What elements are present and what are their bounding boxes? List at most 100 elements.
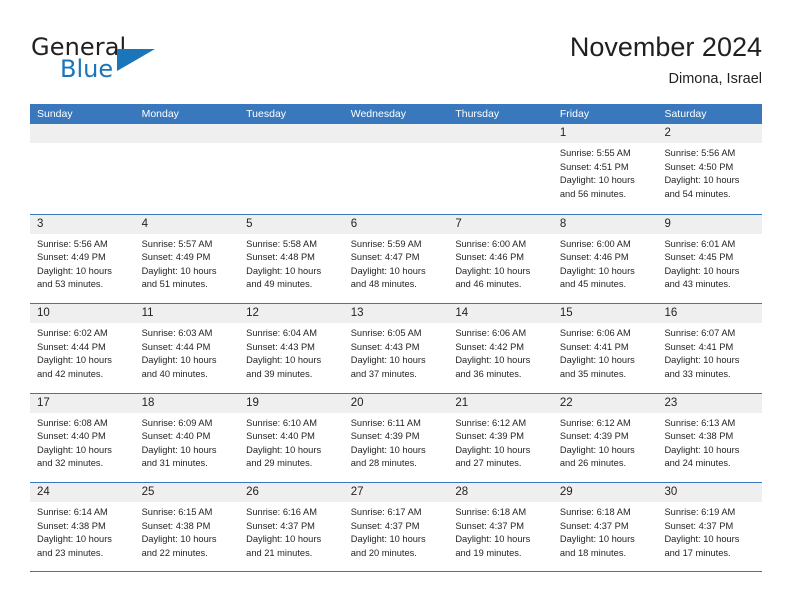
day-number: 21	[455, 396, 469, 409]
sunrise-text: Sunrise: 6:04 AM	[246, 328, 317, 338]
daylight-text-line2: and 42 minutes.	[37, 368, 104, 379]
sunrise-text: Sunrise: 6:14 AM	[37, 507, 108, 517]
general-blue-logo[interactable]: General Blue	[31, 33, 231, 85]
daylight-text-line2: and 39 minutes.	[246, 368, 313, 379]
day-number: 24	[37, 486, 50, 498]
weekday-header-row: Sunday Monday Tuesday Wednesday Thursday…	[30, 104, 762, 124]
day-cell[interactable]: 8 Sunrise: 6:00 AM Sunset: 4:46 PM Daylight…	[552, 214, 658, 303]
daylight-text-line1: Daylight: 10 hours	[559, 265, 635, 276]
daylight-text-line1: Daylight: 10 hours	[664, 265, 740, 276]
sunrise-text: Sunrise: 6:19 AM	[664, 507, 736, 517]
calendar-week-row: 10 Sunrise: 6:02 AM Sunset: 4:44 PM Dayligh…	[30, 303, 763, 393]
day-sun-info: Sunrise: 6:01 AM Sunset: 4:45 PM Daylight:…	[657, 234, 762, 292]
page-title: November 2024	[569, 32, 762, 62]
daylight-text-line2: and 27 minutes.	[455, 458, 522, 469]
day-cell[interactable]: 5 Sunrise: 5:58 AM Sunset: 4:48 PM Daylight…	[239, 214, 344, 303]
sunrise-text: Sunrise: 6:03 AM	[141, 328, 213, 338]
day-cell[interactable]: 1 Sunrise: 5:55 AM Sunset: 4:51 PM Daylight…	[552, 124, 658, 214]
calendar-weeks: 1 Sunrise: 5:55 AM Sunset: 4:51 PM Daylight…	[30, 124, 763, 572]
sunset-text: Sunset: 4:49 PM	[141, 252, 211, 263]
daylight-text-line1: Daylight: 10 hours	[559, 534, 635, 545]
daylight-text-line2: and 18 minutes.	[559, 547, 627, 558]
daylight-text-line1: Daylight: 10 hours	[350, 444, 426, 455]
sunrise-text: Sunrise: 6:16 AM	[246, 507, 317, 517]
sunset-text: Sunset: 4:37 PM	[664, 520, 734, 531]
calendar-week-row: 1 Sunrise: 5:55 AM Sunset: 4:51 PM Daylight…	[30, 124, 763, 214]
day-number: 26	[246, 486, 259, 498]
day-cell[interactable]: 9 Sunrise: 6:01 AM Sunset: 4:45 PM Daylight…	[657, 214, 763, 303]
day-sun-info: Sunrise: 6:00 AM Sunset: 4:46 PM Daylight:…	[448, 234, 553, 292]
day-sun-info: Sunrise: 6:16 AM Sunset: 4:37 PM Daylight:…	[239, 502, 344, 560]
day-cell[interactable]: 13 Sunrise: 6:05 AM Sunset: 4:43 PM Dayligh…	[343, 304, 449, 393]
day-number-bar: 9	[657, 214, 763, 234]
day-number: 17	[37, 396, 50, 409]
day-cell[interactable]: 4 Sunrise: 5:57 AM Sunset: 4:49 PM Daylight…	[134, 214, 240, 303]
day-sun-info: Sunrise: 6:07 AM Sunset: 4:41 PM Daylight:…	[657, 323, 762, 381]
day-cell[interactable]: 16 Sunrise: 6:07 AM Sunset: 4:41 PM Dayligh…	[657, 304, 763, 393]
daylight-text-line2: and 29 minutes.	[246, 458, 313, 469]
sunrise-text: Sunrise: 5:59 AM	[350, 238, 422, 249]
daylight-text-line1: Daylight: 10 hours	[664, 444, 740, 455]
day-number: 9	[664, 217, 671, 230]
daylight-text-line2: and 35 minutes.	[559, 368, 627, 379]
daylight-text-line2: and 51 minutes.	[141, 279, 208, 290]
sunset-text: Sunset: 4:39 PM	[559, 431, 629, 442]
day-cell[interactable]: 20 Sunrise: 6:11 AM Sunset: 4:39 PM Dayligh…	[343, 393, 449, 482]
day-cell[interactable]: 7 Sunrise: 6:00 AM Sunset: 4:46 PM Daylight…	[448, 214, 553, 303]
day-sun-info: Sunrise: 6:12 AM Sunset: 4:39 PM Daylight:…	[448, 413, 553, 471]
day-cell[interactable]: 21 Sunrise: 6:12 AM Sunset: 4:39 PM Dayligh…	[448, 393, 553, 482]
daylight-text-line2: and 37 minutes.	[350, 368, 417, 379]
day-cell[interactable]: 30 Sunrise: 6:19 AM Sunset: 4:37 PM Dayligh…	[657, 483, 763, 571]
day-sun-info: Sunrise: 5:56 AM Sunset: 4:50 PM Daylight:…	[657, 143, 762, 201]
day-cell[interactable]: 26 Sunrise: 6:16 AM Sunset: 4:37 PM Dayligh…	[239, 483, 344, 571]
daylight-text-line2: and 22 minutes.	[141, 547, 208, 558]
sunrise-text: Sunrise: 6:06 AM	[559, 328, 631, 338]
day-cell[interactable]: 11 Sunrise: 6:03 AM Sunset: 4:44 PM Dayligh…	[134, 304, 240, 393]
day-number-bar: 29	[552, 483, 658, 502]
day-sun-info: Sunrise: 6:02 AM Sunset: 4:44 PM Daylight:…	[30, 323, 135, 381]
location-subtitle: Dimona, Israel	[668, 71, 762, 87]
day-cell[interactable]: 10 Sunrise: 6:02 AM Sunset: 4:44 PM Dayligh…	[30, 304, 135, 393]
day-cell[interactable]: 29 Sunrise: 6:18 AM Sunset: 4:37 PM Dayligh…	[552, 483, 658, 571]
day-cell-empty	[134, 124, 240, 214]
day-cell[interactable]: 12 Sunrise: 6:04 AM Sunset: 4:43 PM Dayligh…	[239, 304, 344, 393]
sunrise-text: Sunrise: 6:08 AM	[37, 417, 108, 428]
day-number: 30	[664, 486, 678, 498]
day-sun-info: Sunrise: 6:06 AM Sunset: 4:42 PM Daylight:…	[448, 323, 553, 381]
day-cell[interactable]: 23 Sunrise: 6:13 AM Sunset: 4:38 PM Dayligh…	[657, 393, 763, 482]
day-cell[interactable]: 27 Sunrise: 6:17 AM Sunset: 4:37 PM Dayligh…	[343, 483, 449, 571]
day-cell[interactable]: 17 Sunrise: 6:08 AM Sunset: 4:40 PM Dayligh…	[30, 393, 135, 482]
day-cell[interactable]: 3 Sunrise: 5:56 AM Sunset: 4:49 PM Daylight…	[30, 214, 135, 303]
calendar-week-row: 24 Sunrise: 6:14 AM Sunset: 4:38 PM Dayligh…	[30, 482, 763, 572]
day-cell[interactable]: 15 Sunrise: 6:06 AM Sunset: 4:41 PM Dayligh…	[552, 304, 658, 393]
sunrise-text: Sunrise: 6:12 AM	[455, 417, 527, 428]
day-cell[interactable]: 28 Sunrise: 6:18 AM Sunset: 4:37 PM Dayligh…	[448, 483, 553, 571]
day-sun-info: Sunrise: 5:55 AM Sunset: 4:51 PM Daylight:…	[553, 143, 658, 201]
daylight-text-line1: Daylight: 10 hours	[455, 534, 531, 545]
day-number-bar: 21	[448, 393, 553, 413]
day-cell[interactable]: 22 Sunrise: 6:12 AM Sunset: 4:39 PM Dayligh…	[552, 393, 658, 482]
sunrise-text: Sunrise: 5:58 AM	[246, 238, 317, 249]
daylight-text-line2: and 19 minutes.	[455, 547, 522, 558]
day-cell[interactable]: 18 Sunrise: 6:09 AM Sunset: 4:40 PM Dayligh…	[134, 393, 240, 482]
day-sun-info: Sunrise: 6:18 AM Sunset: 4:37 PM Daylight:…	[553, 502, 658, 560]
daylight-text-line1: Daylight: 10 hours	[350, 265, 426, 276]
day-cell-empty	[30, 124, 135, 214]
sunset-text: Sunset: 4:37 PM	[350, 520, 420, 531]
day-number-bar: 20	[343, 393, 449, 413]
day-cell[interactable]: 25 Sunrise: 6:15 AM Sunset: 4:38 PM Dayligh…	[134, 483, 240, 571]
day-number: 7	[455, 217, 462, 230]
day-cell[interactable]: 19 Sunrise: 6:10 AM Sunset: 4:40 PM Dayligh…	[239, 393, 344, 482]
day-number: 23	[664, 396, 678, 409]
sunset-text: Sunset: 4:51 PM	[559, 161, 629, 172]
day-cell[interactable]: 6 Sunrise: 5:59 AM Sunset: 4:47 PM Daylight…	[343, 214, 449, 303]
day-number: 10	[37, 307, 50, 319]
calendar-week-row: 3 Sunrise: 5:56 AM Sunset: 4:49 PM Daylight…	[30, 213, 763, 303]
day-number: 1	[559, 127, 567, 139]
day-number-bar: 5	[239, 214, 344, 234]
day-cell[interactable]: 24 Sunrise: 6:14 AM Sunset: 4:38 PM Dayligh…	[30, 483, 135, 571]
day-cell[interactable]: 2 Sunrise: 5:56 AM Sunset: 4:50 PM Daylight…	[657, 124, 763, 214]
day-cell[interactable]: 14 Sunrise: 6:06 AM Sunset: 4:42 PM Dayligh…	[448, 304, 553, 393]
day-number-bar	[239, 124, 344, 143]
sunset-text: Sunset: 4:44 PM	[37, 341, 106, 352]
